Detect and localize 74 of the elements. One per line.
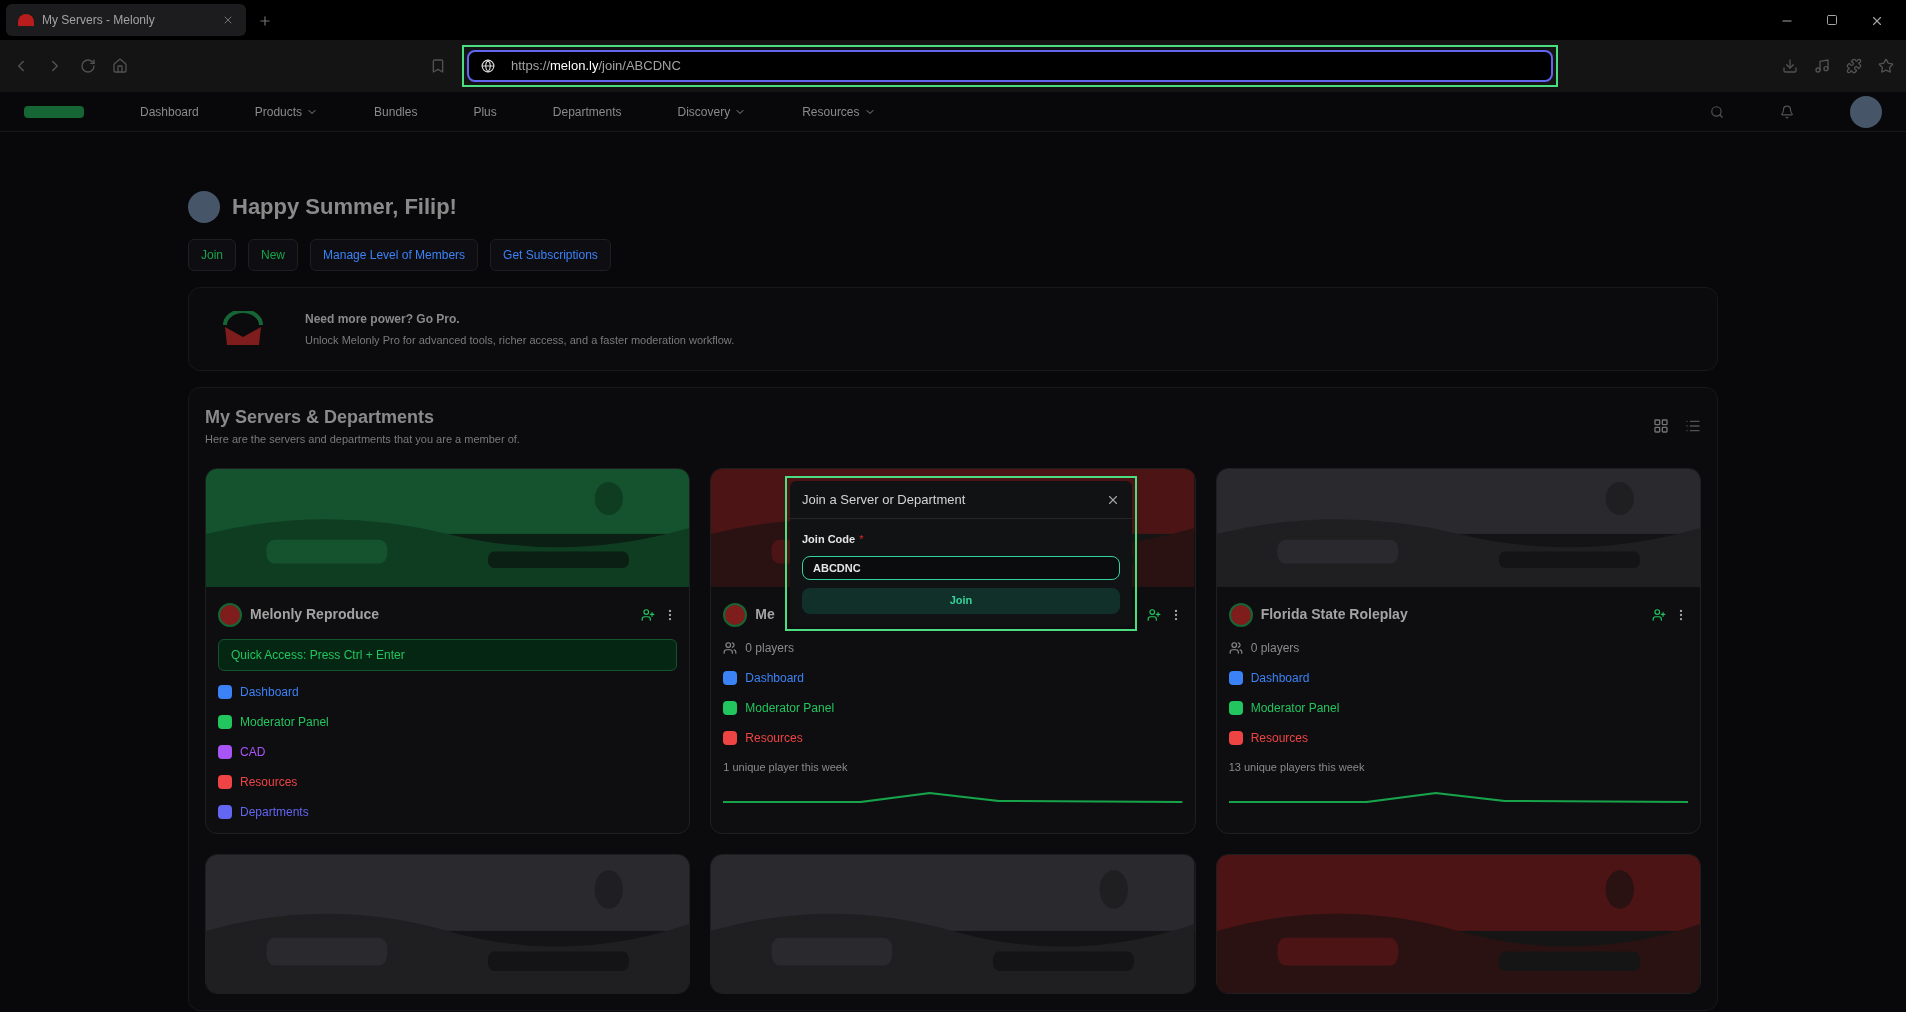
- server-card[interactable]: Florida State Roleplay 0 players Dashboard Moderator Panel Resources 13 unique players this week: [1215, 467, 1701, 834]
- nav-link[interactable]: Plus: [473, 102, 497, 121]
- card-link[interactable]: Departments: [240, 802, 309, 821]
- join-code-field[interactable]: ABCDNC: [802, 555, 1120, 580]
- bell-icon[interactable]: [1780, 104, 1794, 119]
- quick-access-bar[interactable]: Quick Access: Press Ctrl + Enter: [218, 638, 678, 671]
- card-link[interactable]: Resources: [240, 772, 298, 791]
- stats-text: 13 unique players this week: [1228, 759, 1366, 775]
- required-marker: *: [859, 532, 864, 547]
- close-window-icon[interactable]: [1870, 14, 1884, 28]
- home-icon[interactable]: [112, 58, 128, 74]
- promo-text: Unlock Melonly Pro for advanced tools, richer access, and a faster moderation workflow.: [305, 332, 735, 348]
- nav-link[interactable]: Bundles: [374, 102, 418, 121]
- action-button[interactable]: Get Subscriptions: [490, 239, 611, 271]
- section-subtitle: Here are the servers and departments that you are a member of.: [205, 432, 521, 447]
- server-card[interactable]: Melonly Reproduce Quick Access: Press Ctrl + Enter Dashboard Moderator Panel CAD Resources Departments: [205, 467, 691, 834]
- card-link[interactable]: Resources: [1250, 728, 1308, 747]
- star-icon[interactable]: [1878, 58, 1894, 74]
- address-bar[interactable]: https://melon.ly/join/ABCDNC: [467, 50, 1553, 82]
- greeting-avatar: [188, 190, 220, 223]
- url-text: https://melon.ly/join/ABCDNC: [511, 57, 681, 76]
- server-avatar-icon: [723, 602, 748, 627]
- dialog-title: Join a Server or Department: [802, 490, 967, 509]
- music-icon[interactable]: [1814, 58, 1830, 74]
- server-avatar-icon: [1228, 602, 1253, 627]
- section-title: My Servers & Departments: [205, 406, 436, 429]
- field-label: Join Code: [802, 532, 856, 547]
- player-count: 0 players: [745, 639, 795, 657]
- join-button[interactable]: Join: [802, 587, 1120, 614]
- action-button[interactable]: Join: [188, 239, 236, 271]
- nav-link[interactable]: Dashboard: [140, 102, 199, 121]
- maximize-icon[interactable]: [1826, 14, 1838, 26]
- nav-link[interactable]: Discovery: [677, 102, 747, 121]
- search-icon[interactable]: [1710, 104, 1724, 119]
- stats-text: 1 unique player this week: [723, 759, 849, 775]
- server-name: Melonly Reproduce: [250, 605, 380, 624]
- tab-title: My Servers - Melonly: [42, 12, 156, 29]
- user-plus-icon[interactable]: [641, 607, 656, 622]
- card-link[interactable]: Moderator Panel: [240, 712, 329, 731]
- promo-title: Need more power? Go Pro.: [305, 310, 461, 328]
- users-icon: [723, 640, 738, 655]
- user-plus-icon[interactable]: [1146, 607, 1161, 622]
- user-plus-icon[interactable]: [1652, 607, 1666, 622]
- action-button[interactable]: New: [248, 239, 299, 271]
- logo[interactable]: [24, 105, 84, 118]
- nav-link[interactable]: Products: [254, 102, 319, 121]
- card-link[interactable]: Moderator Panel: [1250, 698, 1340, 717]
- server-name: Me: [755, 605, 775, 624]
- browser-tab[interactable]: My Servers - Melonly: [6, 4, 246, 36]
- extension-icon[interactable]: [1846, 58, 1862, 74]
- card-link[interactable]: Dashboard: [240, 682, 299, 701]
- card-link[interactable]: Dashboard: [1250, 668, 1310, 687]
- server-avatar-icon: [218, 602, 242, 627]
- action-button[interactable]: Manage Level of Members: [310, 239, 479, 271]
- headphones-logo-icon: [221, 311, 265, 347]
- nav-link[interactable]: Resources: [802, 102, 876, 121]
- tab-close-icon[interactable]: [222, 14, 234, 26]
- new-tab-icon[interactable]: [258, 14, 272, 28]
- tab-favicon-icon: [18, 14, 34, 26]
- profile-avatar[interactable]: [1850, 95, 1882, 128]
- card-link[interactable]: CAD: [240, 742, 266, 761]
- server-name: Florida State Roleplay: [1260, 605, 1408, 624]
- card-link[interactable]: Moderator Panel: [745, 698, 835, 717]
- users-icon: [1228, 640, 1243, 655]
- card-link[interactable]: Resources: [745, 728, 803, 747]
- nav-link[interactable]: Departments: [552, 102, 622, 121]
- reload-icon[interactable]: [80, 58, 96, 74]
- globe-icon: [481, 59, 495, 73]
- greeting: Happy Summer, Filip!: [232, 193, 457, 221]
- download-icon[interactable]: [1782, 58, 1798, 74]
- bookmark-icon[interactable]: [430, 58, 446, 74]
- card-link[interactable]: Dashboard: [745, 668, 805, 687]
- player-count: 0 players: [1250, 639, 1300, 657]
- grid-view-icon[interactable]: [1653, 417, 1669, 434]
